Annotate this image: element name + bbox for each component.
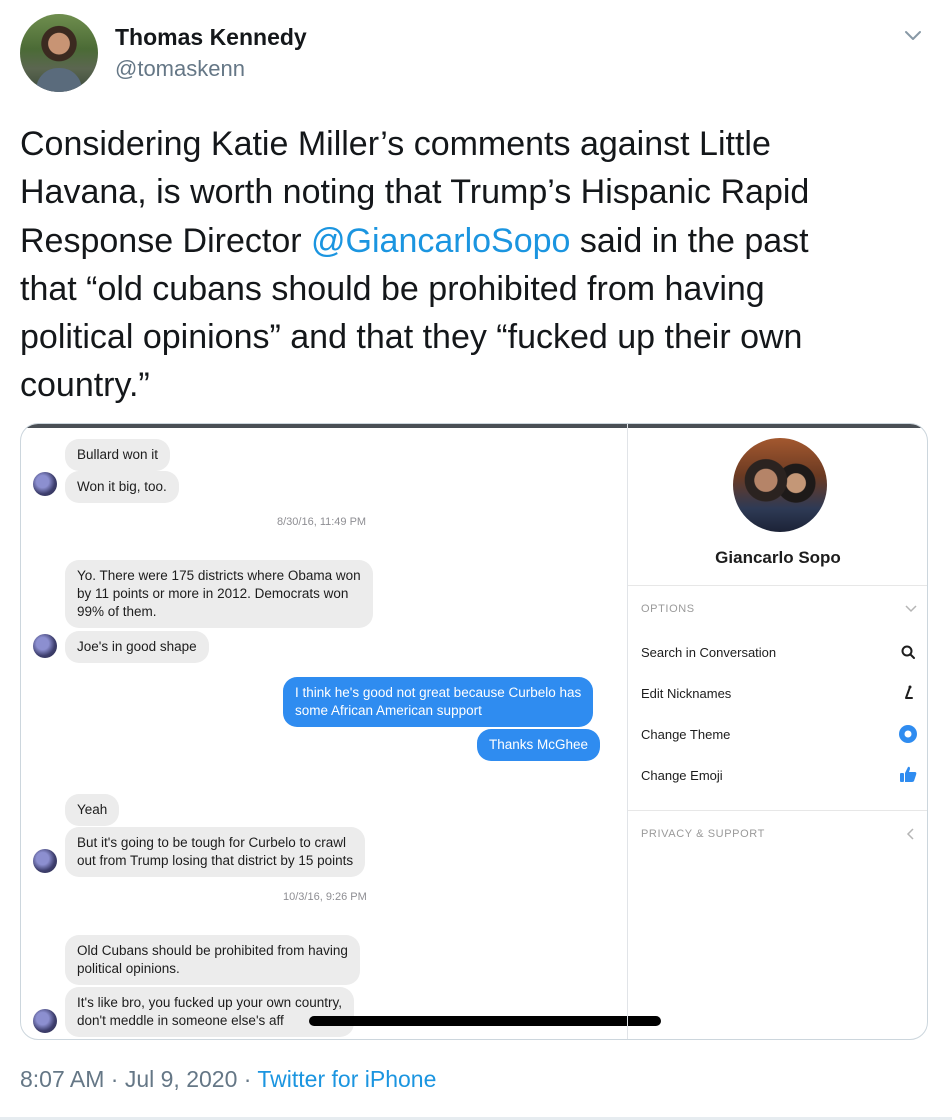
tweet-line: Considering Katie Miller’s comments agai… <box>20 125 771 163</box>
tweet-text-fragment: Response Director <box>20 221 312 260</box>
message-line: political opinions. <box>77 961 180 976</box>
chevron-left-icon[interactable] <box>904 827 918 841</box>
message-line: Yo. There were 175 districts where Obama… <box>77 568 361 583</box>
pencil-icon[interactable] <box>898 683 918 703</box>
sent-message-bubble: Thanks McGhee <box>477 729 601 761</box>
mention-link[interactable]: @GiancarloSopo <box>311 222 570 260</box>
timestamp: 10/3/16, 9:26 PM <box>283 891 367 903</box>
message-bubble: Bullard won it <box>65 439 171 471</box>
edit-nicknames-option[interactable]: Edit Nicknames <box>641 686 731 701</box>
theme-icon[interactable] <box>898 724 918 744</box>
contact-name: Giancarlo Sopo <box>715 548 841 567</box>
message-bubble: Joe's in good shape <box>65 631 209 663</box>
tweet-text: Considering Katie Miller’s comments agai… <box>20 120 920 410</box>
message-line: It's like bro, you fucked up your own co… <box>77 995 342 1010</box>
divider <box>628 585 927 586</box>
divider <box>628 810 927 811</box>
message-line: Old Cubans should be prohibited from hav… <box>77 943 348 958</box>
tweet-line: Havana, is worth noting that Trump’s His… <box>20 173 810 212</box>
author-handle[interactable]: @tomaskenn <box>115 56 245 82</box>
thumbs-up-icon[interactable] <box>898 764 918 784</box>
change-emoji-option[interactable]: Change Emoji <box>641 768 723 783</box>
message-bubble: Old Cubans should be prohibited from hav… <box>65 935 360 985</box>
contact-avatar <box>33 472 57 496</box>
redaction-bar <box>309 1016 661 1026</box>
message-line: I think he's good not great because Curb… <box>295 685 582 700</box>
search-in-conversation-option[interactable]: Search in Conversation <box>641 645 776 660</box>
timestamp: 8/30/16, 11:49 PM <box>277 516 367 528</box>
tweet-text-fragment: said in the past <box>570 221 809 260</box>
privacy-support-header[interactable]: PRIVACY & SUPPORT <box>641 828 765 840</box>
message-line: by 11 points or more in 2012. Democrats … <box>77 586 349 601</box>
message-line: But it's going to be tough for Curbelo t… <box>77 835 346 850</box>
tweet: Thomas Kennedy @tomaskenn Considering Ka… <box>0 0 952 1120</box>
conversation-pane: Bullard won it Won it big, too. 8/30/16,… <box>21 424 661 1039</box>
tweet-line: political opinions” and that they “fucke… <box>20 318 803 357</box>
separator: · <box>237 1066 258 1092</box>
options-header[interactable]: OPTIONS <box>641 603 695 615</box>
attached-screenshot[interactable]: Bullard won it Won it big, too. 8/30/16,… <box>20 423 928 1040</box>
contact-avatar <box>33 634 57 658</box>
message-line: don't meddle in someone else's aff <box>77 1013 284 1028</box>
tweet-time[interactable]: 8:07 AM <box>20 1066 104 1092</box>
message-bubble: It's like bro, you fucked up your own co… <box>65 987 354 1037</box>
author-name[interactable]: Thomas Kennedy <box>115 24 307 51</box>
message-bubble: Won it big, too. <box>65 471 179 503</box>
tweet-line: country.” <box>20 366 150 405</box>
author-avatar[interactable] <box>20 14 98 92</box>
message-bubble: Yeah <box>65 794 120 826</box>
conversation-info-panel: Giancarlo Sopo OPTIONS Search in Convers… <box>628 424 927 1039</box>
message-line: 99% of them. <box>77 604 157 619</box>
contact-photo <box>733 438 827 532</box>
change-theme-option[interactable]: Change Theme <box>641 727 730 742</box>
tweet-date[interactable]: Jul 9, 2020 <box>125 1066 238 1092</box>
search-icon[interactable] <box>898 642 918 662</box>
tweet-line: that “old cubans should be prohibited fr… <box>20 269 765 308</box>
sent-message-bubble: I think he's good not great because Curb… <box>283 677 594 727</box>
separator: · <box>104 1066 125 1092</box>
tweet-source-link[interactable]: Twitter for iPhone <box>257 1066 436 1092</box>
message-line: out from Trump losing that district by 1… <box>77 853 354 868</box>
chevron-down-icon[interactable] <box>900 22 926 48</box>
message-bubble: Yo. There were 175 districts where Obama… <box>65 560 373 628</box>
message-bubble: But it's going to be tough for Curbelo t… <box>65 827 366 877</box>
chevron-down-icon[interactable] <box>904 602 918 616</box>
message-line: some African American support <box>295 703 482 718</box>
tweet-line: Response Director @GiancarloSopo said in… <box>20 217 920 265</box>
tweet-meta: 8:07 AM · Jul 9, 2020 · Twitter for iPho… <box>20 1066 436 1093</box>
contact-avatar <box>33 849 57 873</box>
contact-avatar <box>33 1009 57 1033</box>
